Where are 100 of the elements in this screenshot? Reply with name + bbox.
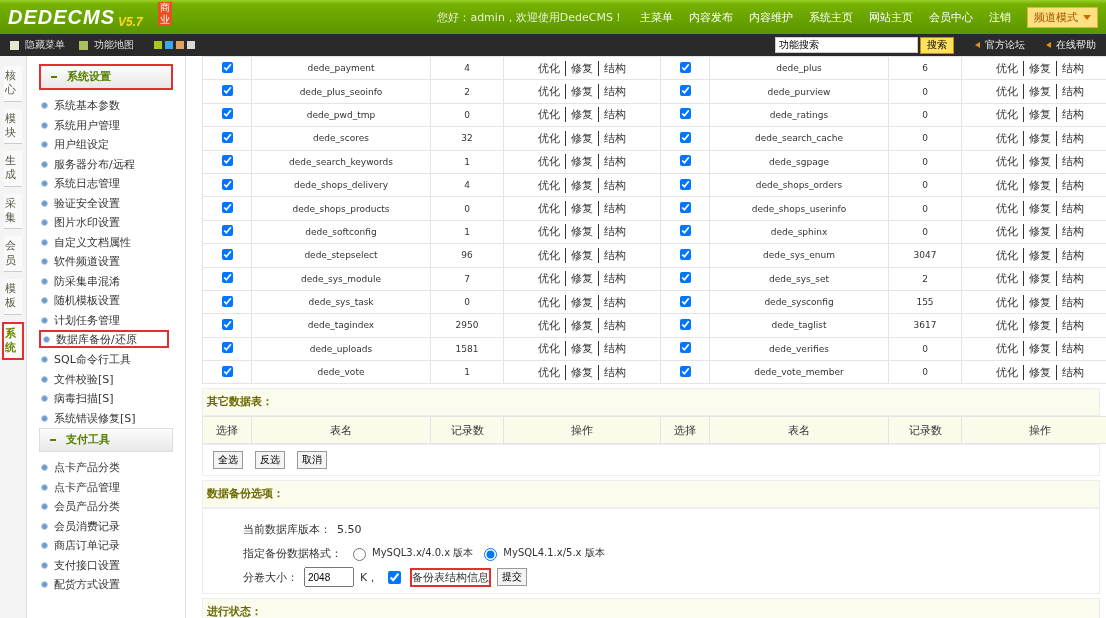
menu-item[interactable]: 自定义文档属性 xyxy=(31,232,181,252)
hide-menu-link[interactable]: 隐藏菜单 xyxy=(25,38,65,52)
menu-item[interactable]: 随机模板设置 xyxy=(31,291,181,311)
menu-item[interactable]: 系统用户管理 xyxy=(31,115,181,135)
row-checkbox[interactable] xyxy=(679,108,691,120)
table-action-link[interactable]: 结构 xyxy=(598,130,631,146)
table-action-link[interactable]: 优化 xyxy=(991,247,1023,263)
table-action-link[interactable]: 修复 xyxy=(565,294,598,310)
color-squares-icon[interactable] xyxy=(154,41,195,49)
table-action-link[interactable]: 修复 xyxy=(565,130,598,146)
table-action-link[interactable]: 结构 xyxy=(1056,271,1089,287)
table-action-link[interactable]: 优化 xyxy=(991,60,1023,76)
table-action-link[interactable]: 优化 xyxy=(533,341,565,357)
table-action-link[interactable]: 优化 xyxy=(533,84,565,100)
table-action-link[interactable]: 修复 xyxy=(565,318,598,333)
table-action-link[interactable]: 优化 xyxy=(991,130,1023,146)
row-checkbox[interactable] xyxy=(221,108,233,120)
search-button[interactable]: 搜索 xyxy=(920,36,954,54)
table-action-link[interactable]: 结构 xyxy=(598,107,631,123)
row-checkbox[interactable] xyxy=(679,131,691,143)
table-action-link[interactable]: 优化 xyxy=(533,364,565,380)
menu-item[interactable]: 配货方式设置 xyxy=(31,575,181,595)
row-checkbox[interactable] xyxy=(679,202,691,214)
menu-item[interactable]: 计划任务管理 xyxy=(31,310,181,330)
table-action-link[interactable]: 优化 xyxy=(991,318,1023,333)
table-action-link[interactable]: 修复 xyxy=(565,177,598,193)
menu-item[interactable]: 系统基本参数 xyxy=(31,96,181,116)
table-action-link[interactable]: 结构 xyxy=(598,201,631,217)
table-action-link[interactable]: 优化 xyxy=(533,271,565,287)
table-action-link[interactable]: 结构 xyxy=(598,318,631,333)
search-field[interactable]: 功能搜索 xyxy=(775,37,918,53)
row-checkbox[interactable] xyxy=(679,178,691,190)
menu-item[interactable]: 软件频道设置 xyxy=(31,252,181,272)
table-action-link[interactable]: 修复 xyxy=(1023,107,1056,123)
menu-item[interactable]: 支付接口设置 xyxy=(31,555,181,575)
table-action-link[interactable]: 结构 xyxy=(598,84,631,100)
table-action-link[interactable]: 结构 xyxy=(1056,130,1089,146)
row-checkbox[interactable] xyxy=(221,225,233,237)
table-action-link[interactable]: 修复 xyxy=(565,84,598,100)
table-action-link[interactable]: 结构 xyxy=(1056,247,1089,263)
table-action-link[interactable]: 优化 xyxy=(533,60,565,76)
table-action-link[interactable]: 结构 xyxy=(1056,341,1089,357)
table-action-link[interactable]: 结构 xyxy=(1056,107,1089,123)
menu-item[interactable]: 系统日志管理 xyxy=(31,174,181,194)
row-checkbox[interactable] xyxy=(221,248,233,260)
table-action-link[interactable]: 优化 xyxy=(533,294,565,310)
table-action-link[interactable]: 修复 xyxy=(565,247,598,263)
table-action-link[interactable]: 修复 xyxy=(1023,341,1056,357)
table-action-link[interactable]: 结构 xyxy=(1056,177,1089,193)
menu-item[interactable]: 文件校验[S] xyxy=(31,369,181,389)
table-action-link[interactable]: 结构 xyxy=(598,154,631,170)
table-action-link[interactable]: 结构 xyxy=(1056,364,1089,380)
table-action-link[interactable]: 优化 xyxy=(991,154,1023,170)
menu-item[interactable]: 系统错误修复[S] xyxy=(31,408,181,428)
menu-item[interactable]: 服务器分布/远程 xyxy=(31,154,181,174)
side-tab[interactable]: 核心 xyxy=(4,66,22,102)
row-checkbox[interactable] xyxy=(679,85,691,97)
table-action-link[interactable]: 修复 xyxy=(1023,224,1056,240)
table-action-link[interactable]: 结构 xyxy=(1056,60,1089,76)
menu-item[interactable]: 用户组设定 xyxy=(31,135,181,155)
row-checkbox[interactable] xyxy=(221,272,233,284)
side-tab[interactable]: 模板 xyxy=(4,278,22,315)
volume-size-field[interactable]: 2048 xyxy=(304,567,354,588)
row-checkbox[interactable] xyxy=(679,225,691,237)
row-checkbox[interactable] xyxy=(679,155,691,167)
menu-item[interactable]: 点卡产品管理 xyxy=(31,477,181,497)
side-tab[interactable]: 模块 xyxy=(4,108,22,145)
row-checkbox[interactable] xyxy=(221,61,233,73)
table-action-link[interactable]: 结构 xyxy=(598,364,631,380)
row-checkbox[interactable] xyxy=(221,178,233,190)
table-action-link[interactable]: 修复 xyxy=(565,364,598,380)
table-action-link[interactable]: 结构 xyxy=(598,294,631,310)
table-action-link[interactable]: 优化 xyxy=(991,177,1023,193)
select-button[interactable]: 取消 xyxy=(297,451,327,470)
table-action-link[interactable]: 结构 xyxy=(598,247,631,263)
structure-checkbox[interactable] xyxy=(388,570,402,584)
row-checkbox[interactable] xyxy=(679,272,691,284)
side-tab[interactable]: 系统 xyxy=(2,321,24,361)
table-action-link[interactable]: 优化 xyxy=(533,107,565,123)
menu-item[interactable]: 验证安全设置 xyxy=(31,193,181,213)
row-checkbox[interactable] xyxy=(221,85,233,97)
side-tab[interactable]: 采集 xyxy=(4,193,22,230)
row-checkbox[interactable] xyxy=(221,319,233,330)
table-action-link[interactable]: 修复 xyxy=(1023,84,1056,100)
table-action-link[interactable]: 优化 xyxy=(991,271,1023,287)
table-action-link[interactable]: 结构 xyxy=(598,60,631,76)
table-action-link[interactable]: 优化 xyxy=(991,364,1023,380)
table-action-link[interactable]: 优化 xyxy=(533,154,565,170)
table-action-link[interactable]: 优化 xyxy=(533,201,565,217)
table-action-link[interactable]: 优化 xyxy=(991,84,1023,100)
toolbar-link[interactable]: 官方论坛 xyxy=(972,38,1025,52)
table-action-link[interactable]: 结构 xyxy=(598,224,631,240)
format-radio[interactable] xyxy=(353,548,366,562)
menu-group-header[interactable]: 系统设置 xyxy=(39,64,173,90)
table-action-link[interactable]: 修复 xyxy=(565,271,598,287)
menu-item[interactable]: 商店订单记录 xyxy=(31,536,181,556)
table-action-link[interactable]: 结构 xyxy=(1056,224,1089,240)
table-action-link[interactable]: 修复 xyxy=(1023,60,1056,76)
table-action-link[interactable]: 优化 xyxy=(533,177,565,193)
format-radio[interactable] xyxy=(484,548,498,562)
